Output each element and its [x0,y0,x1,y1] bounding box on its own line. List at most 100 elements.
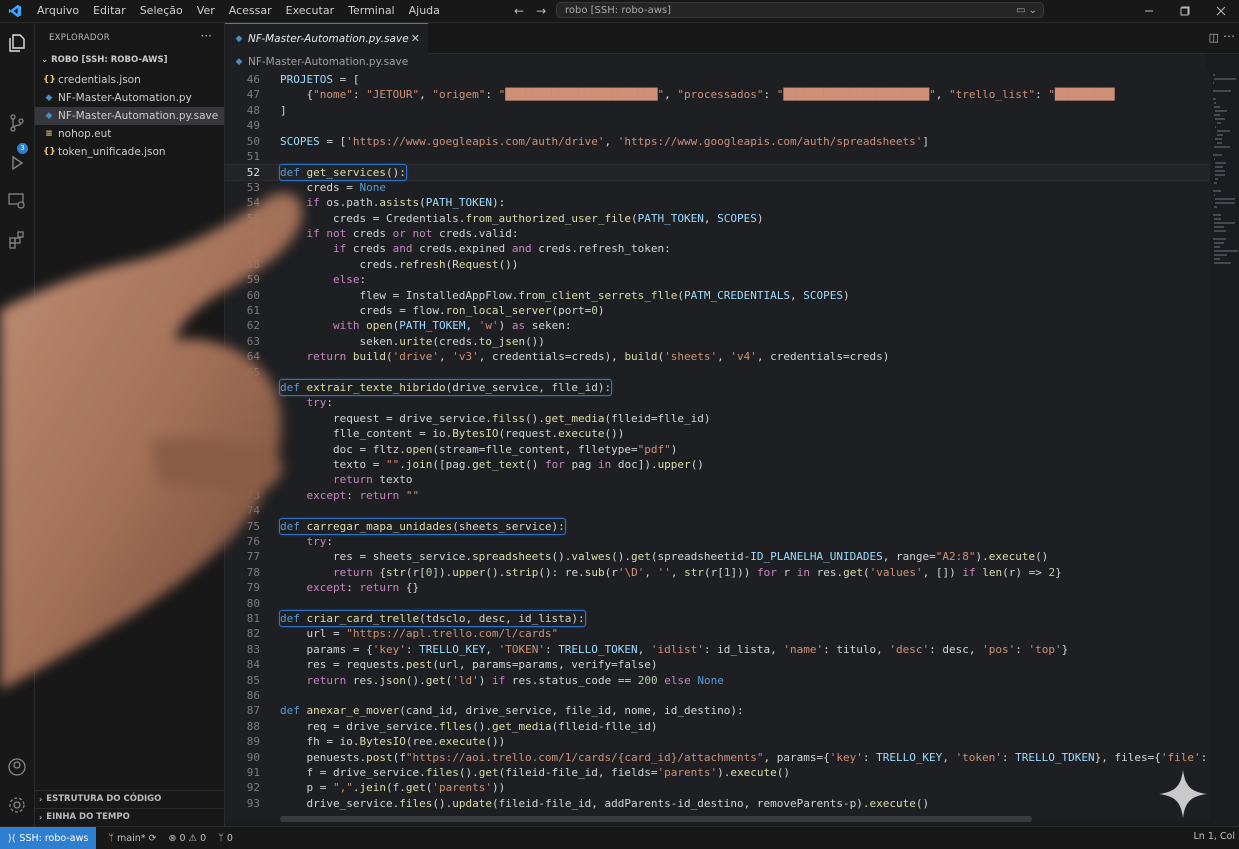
code-text: params = {'key': TRELLO_KEY, 'TOKEN': TR… [280,642,1068,657]
nav-forward-button[interactable]: → [536,4,546,18]
source-control-icon[interactable] [5,111,29,135]
code-text: def criar_card_trelle(tdsclo, desc, id_l… [280,611,585,626]
minimap[interactable] [1210,70,1239,820]
code-line[interactable]: 66def extrair_texte_hibrido(drive_servic… [225,380,1210,395]
code-line[interactable]: 80 [225,596,1210,611]
ports-indicator[interactable]: ᛘ 0 [218,833,233,844]
code-line[interactable]: 65 [225,365,1210,380]
code-line[interactable]: 87def anexar_e_mover(cand_id, drive_serv… [225,703,1210,718]
code-line[interactable]: 54 if os.path.asists(PATH_TOKEN): [225,195,1210,210]
cursor-position[interactable]: Ln 1, Col [1193,831,1235,842]
code-line[interactable]: 57 if creds and creds.expined and creds.… [225,241,1210,256]
code-line[interactable]: 68 request = drive_service.filss().get_m… [225,411,1210,426]
file-item-token-unificado[interactable]: {} token_unificade.json [35,143,224,161]
code-line[interactable]: 88 req = drive_service.flles().get_media… [225,719,1210,734]
workspace-root-folder[interactable]: ⌄ ROBO [SSH: ROBO-AWS] [41,55,168,65]
code-line[interactable]: 63 seken.urite(creds.to_jsen()) [225,334,1210,349]
code-line[interactable]: 71 texto = "".join([pag.get_text() for p… [225,457,1210,472]
code-line[interactable]: 49 [225,118,1210,133]
menu-terminal[interactable]: Terminal [341,0,402,22]
code-line[interactable]: 93 drive_service.files().update(fileid-f… [225,796,1210,811]
line-number: 69 [225,426,260,441]
editor-more-icon[interactable]: ⋯ [1223,29,1235,43]
nav-back-button[interactable]: ← [514,4,524,18]
timeline-section[interactable]: › EINHA DO TEMPO [35,808,224,825]
line-number: 50 [225,134,260,149]
close-tab-icon[interactable]: ✕ [411,32,420,45]
code-line[interactable]: 47 {"nome": "JETOUR", "origem": "███████… [225,87,1210,102]
menu-ajuda[interactable]: Ajuda [402,0,447,22]
minimap-line [1214,78,1236,80]
code-line[interactable]: 58 creds.refresh(Request()) [225,257,1210,272]
code-line[interactable]: 59 else: [225,272,1210,287]
menu-acessar[interactable]: Acessar [222,0,279,22]
run-debug-icon[interactable] [5,151,29,175]
code-line[interactable]: 51 [225,149,1210,164]
menu-selecao[interactable]: Seleção [133,0,190,22]
code-line[interactable]: 81def criar_card_trelle(tdsclo, desc, id… [225,611,1210,626]
account-icon[interactable] [5,755,29,779]
code-line[interactable]: 83 params = {'key': TRELLO_KEY, 'TOKEN':… [225,642,1210,657]
close-window-button[interactable] [1203,0,1239,22]
code-line[interactable]: 56 if not creds or not creds.valid: [225,226,1210,241]
menu-arquivo[interactable]: Arquivo [30,0,86,22]
code-line[interactable]: 70 doc = fltz.open(stream=flle_content, … [225,442,1210,457]
file-item-nf-master-save[interactable]: ◆ NF-Master-Automation.py.save [35,107,224,125]
code-line[interactable]: 75def carregar_mapa_unidades(sheets_serv… [225,519,1210,534]
code-line[interactable]: 85 return res.json().get('ld') if res.st… [225,673,1210,688]
extensions-icon[interactable] [5,228,29,252]
line-number: 67 [225,395,260,410]
code-line[interactable]: 86 [225,688,1210,703]
code-line[interactable]: 76 try: [225,534,1210,549]
code-line[interactable]: 48] [225,103,1210,118]
code-line[interactable]: 55 creds = Credentials.from_authorized_u… [225,211,1210,226]
code-line[interactable]: 60 flew = InstalledAppFlow.from_client_s… [225,288,1210,303]
menu-ver[interactable]: Ver [190,0,222,22]
outline-section[interactable]: › ESTRUTURA DO CÓDIGO [35,790,224,807]
code-line[interactable]: 77 res = sheets_service.spreadsheets().v… [225,549,1210,564]
code-line[interactable]: 79 except: return {} [225,580,1210,595]
line-number: 46 [225,72,260,87]
code-line[interactable]: 50SCOPES = ['https://www.goegleapis.com/… [225,134,1210,149]
remote-indicator[interactable]: ⟩⟨ SSH: robo-aws [0,827,96,849]
menu-executar[interactable]: Executar [279,0,342,22]
code-line[interactable]: 64 return build('drive', 'v3', credentia… [225,349,1210,364]
code-line[interactable]: 72 return texto [225,472,1210,487]
menu-editar[interactable]: Editar [86,0,133,22]
code-line[interactable]: 61 creds = flow.ron_local_server(port=0) [225,303,1210,318]
explorer-more-button[interactable]: ··· [201,29,212,43]
branch-indicator[interactable]: ᛘ main* ⟳ [108,833,156,844]
code-line[interactable]: 92 p = ",".jein(f.get('parents')) [225,780,1210,795]
maximize-button[interactable] [1167,0,1203,22]
code-text: else: [280,272,366,287]
tab-nf-master-save[interactable]: ◆ NF-Master-Automation.py.save ✕ [225,23,428,54]
code-line[interactable]: 89 fh = io.BytesIO(ree.execute()) [225,734,1210,749]
minimize-button[interactable] [1131,0,1167,22]
code-editor[interactable]: 46PROJETOS = [47 {"nome": "JETOUR", "ori… [225,70,1210,820]
file-item-nf-master[interactable]: ◆ NF-Master-Automation.py [35,89,224,107]
horizontal-scrollbar[interactable] [280,816,1032,822]
code-line[interactable]: 69 flle_content = io.BytesIO(request.exe… [225,426,1210,441]
command-center-search[interactable]: robo [SSH: robo-aws] ▭ ⌄ [556,2,1044,18]
copilot-icon[interactable]: ▭ ⌄ [1016,3,1037,19]
code-line[interactable]: 46PROJETOS = [ [225,72,1210,87]
remote-explorer-icon[interactable] [5,189,29,213]
code-line[interactable]: 90 penuests.post(f"https://aoi.trello.co… [225,750,1210,765]
file-item-credentials[interactable]: {} credentials.json [35,71,224,89]
code-line[interactable]: 78 return {str(r[0]).upper().strip(): re… [225,565,1210,580]
explorer-icon[interactable] [5,31,29,55]
settings-gear-icon[interactable] [5,793,29,817]
code-line[interactable]: 62 with open(PATH_TOKEM, 'w') as seken: [225,318,1210,333]
minimap-line [1215,178,1217,180]
breadcrumb-file[interactable]: NF-Master-Automation.py.save [248,56,408,68]
file-item-nohop[interactable]: ≡ nohop.eut [35,125,224,143]
code-line[interactable]: 73 except: return "" [225,488,1210,503]
code-line[interactable]: 91 f = drive_service.files().get(fileid-… [225,765,1210,780]
code-line[interactable]: 53 creds = None [225,180,1210,195]
problems-indicator[interactable]: ⊗ 0 ⚠ 0 [169,833,207,844]
code-line[interactable]: 67 try: [225,395,1210,410]
code-line[interactable]: 74 [225,503,1210,518]
split-editor-icon[interactable]: ◫ [1209,31,1219,44]
code-line[interactable]: 84 res = requests.pest(url, params=param… [225,657,1210,672]
code-line[interactable]: 82 url = "https://apl.trello.com/l/cards… [225,626,1210,641]
